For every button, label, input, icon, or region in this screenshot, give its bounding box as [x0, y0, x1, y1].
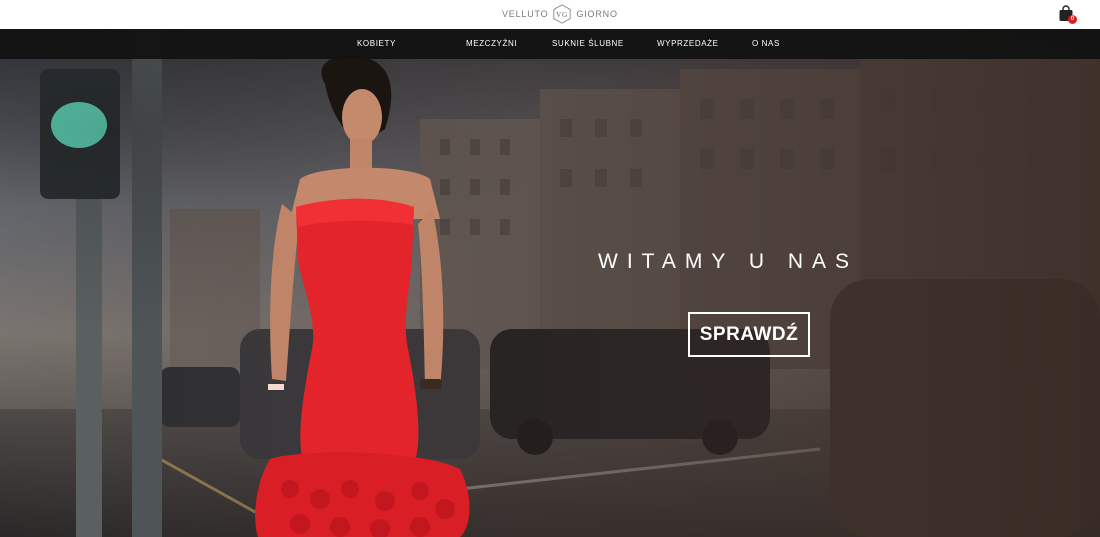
nav-item-wyprzedaze[interactable]: WYPRZEDAŻE	[657, 29, 719, 59]
brand-logo-right-text: GIORNO	[576, 9, 618, 19]
nav-item-o-nas[interactable]: O NAS	[752, 29, 780, 59]
hero-title: WITAMY U NAS	[598, 250, 859, 273]
nav-item-mezczyzni[interactable]: MEZCZYŹNI	[466, 29, 517, 59]
cart-button[interactable]: 0	[1058, 5, 1078, 25]
nav-item-suknie-slubne[interactable]: SUKNIE ŚLUBNE	[552, 29, 624, 59]
cart-count-badge: 0	[1068, 15, 1077, 24]
brand-monogram-text: VG	[556, 11, 568, 19]
brand-logo[interactable]: VELLUTO VG GIORNO	[502, 3, 618, 25]
brand-logo-left-text: VELLUTO	[502, 9, 549, 19]
hero-cta-button[interactable]: SPRAWDŹ	[688, 312, 810, 357]
top-header: VELLUTO VG GIORNO 0	[0, 0, 1100, 29]
nav-item-kobiety[interactable]: KOBIETY	[357, 29, 396, 59]
hero-background-image	[0, 29, 1100, 537]
main-navigation: KOBIETY MEZCZYŹNI SUKNIE ŚLUBNE WYPRZEDA…	[0, 29, 1100, 59]
hero-banner: WITAMY U NAS SPRAWDŹ	[0, 29, 1100, 537]
brand-monogram-icon: VG	[552, 4, 572, 24]
